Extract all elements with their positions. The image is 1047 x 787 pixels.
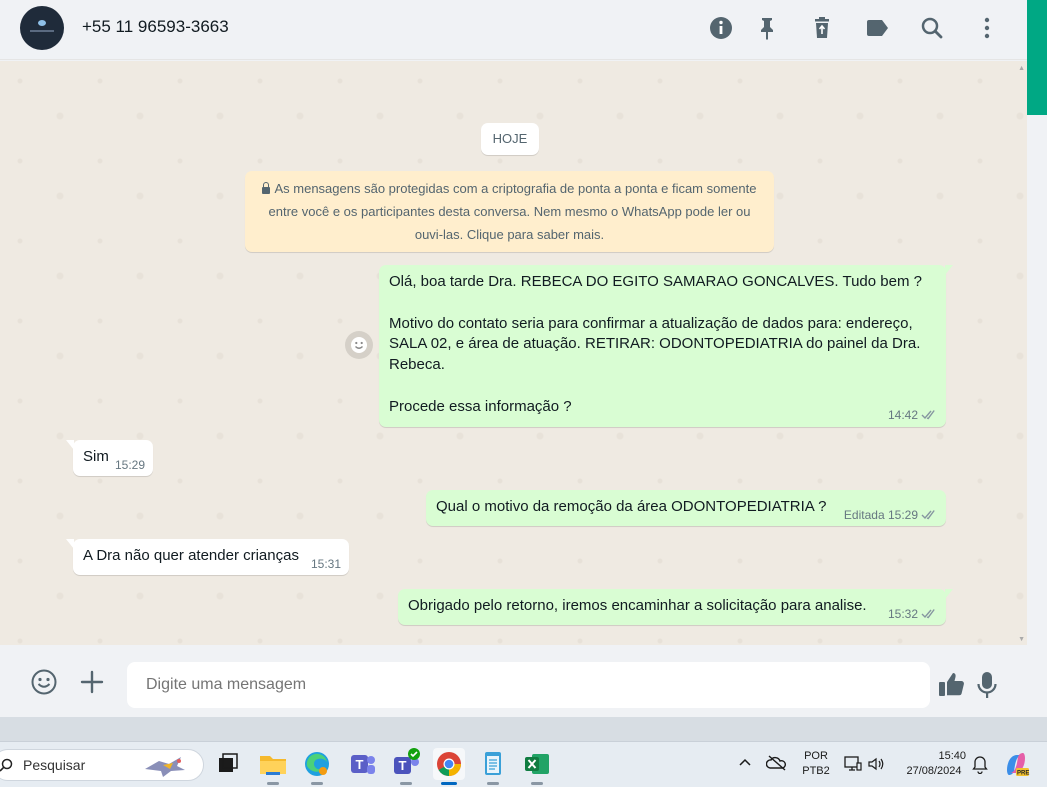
message-time: 15:32 <box>887 607 918 621</box>
message-meta: 14:42 <box>888 408 938 422</box>
edge-browser-icon[interactable] <box>301 748 333 785</box>
delete-icon[interactable] <box>809 14 835 42</box>
window-edge-strip <box>1027 0 1047 740</box>
message-time: 14:42 <box>887 408 918 422</box>
reaction-emoji-button[interactable] <box>345 331 373 359</box>
encryption-notice[interactable]: As mensagens são protegidas com a cripto… <box>245 171 774 252</box>
message-text: Obrigado pelo retorno, iremos encaminhar… <box>408 597 867 614</box>
encryption-text: As mensagens são protegidas com a cripto… <box>268 181 757 242</box>
chat-header: +55 11 96593-3663 <box>0 0 1027 60</box>
message-input[interactable] <box>127 662 930 708</box>
teams-work-icon[interactable]: T <box>390 748 422 785</box>
message-time: 15:29 <box>887 508 918 522</box>
message-meta: Editada 15:29 <box>844 508 938 522</box>
message-text: A Dra não quer atender crianças <box>83 547 299 564</box>
notepad-icon[interactable] <box>477 748 509 785</box>
message-text: Qual o motivo da remoção da área ODONTOP… <box>436 498 827 515</box>
language-code: POR <box>804 750 828 762</box>
message-bubble-outgoing[interactable]: Olá, boa tarde Dra. REBECA DO EGITO SAMA… <box>379 265 953 427</box>
network-icon[interactable] <box>843 754 863 774</box>
message-bubble-incoming[interactable]: A Dra não quer atender crianças 15:31 <box>66 539 349 575</box>
lock-icon <box>262 182 271 194</box>
pin-icon[interactable] <box>754 14 780 42</box>
message-bubble-outgoing[interactable]: Obrigado pelo retorno, iremos encaminhar… <box>398 589 953 625</box>
desktop-background <box>0 717 1047 741</box>
excel-icon[interactable] <box>521 748 553 785</box>
message-text: Sim <box>83 448 109 465</box>
taskbar-search[interactable]: Pesquisar <box>0 749 204 781</box>
chat-area[interactable]: ▲ ▼ HOJE As mensagens são protegidas com… <box>0 61 1027 645</box>
notification-bell-icon[interactable] <box>971 754 989 775</box>
microphone-icon[interactable] <box>976 670 998 700</box>
more-icon[interactable] <box>974 14 1000 42</box>
message-time: 15:31 <box>310 557 341 571</box>
volume-icon[interactable] <box>866 754 886 774</box>
copilot-icon[interactable]: PRE <box>1002 750 1030 778</box>
search-highlight-icon <box>145 757 185 777</box>
scroll-down-arrow[interactable]: ▼ <box>1018 636 1025 643</box>
file-explorer-icon[interactable] <box>257 748 289 785</box>
thumbs-up-icon[interactable] <box>937 671 967 699</box>
keyboard-layout: PTB2 <box>802 765 830 777</box>
info-icon[interactable] <box>708 14 734 42</box>
date-divider: HOJE <box>481 123 539 155</box>
message-time: 15:29 <box>114 458 145 472</box>
attach-plus-icon[interactable] <box>80 670 104 694</box>
read-receipt-icon <box>921 509 938 520</box>
contact-name[interactable]: +55 11 96593-3663 <box>82 17 229 37</box>
teams-personal-icon[interactable]: T <box>346 748 378 780</box>
clock-time: 15:40 <box>938 750 966 762</box>
message-composer <box>0 645 1027 717</box>
message-bubble-incoming[interactable]: Sim 15:29 <box>66 440 153 476</box>
accent-strip <box>1027 0 1047 115</box>
svg-text:T: T <box>356 757 364 772</box>
chrome-browser-icon[interactable] <box>433 748 465 785</box>
taskbar-search-label: Pesquisar <box>23 757 86 773</box>
svg-text:T: T <box>399 758 407 773</box>
task-view-icon[interactable] <box>212 748 244 780</box>
label-icon[interactable] <box>864 14 890 42</box>
onedrive-sync-icon[interactable] <box>765 753 788 773</box>
search-icon <box>0 758 13 772</box>
windows-taskbar: Pesquisar T T POR PTB2 15:40 27/08/2024 … <box>0 741 1047 787</box>
input-language-indicator[interactable]: POR PTB2 <box>800 749 832 779</box>
message-bubble-outgoing[interactable]: Qual o motivo da remoção da área ODONTOP… <box>426 490 946 526</box>
avatar[interactable] <box>20 6 64 50</box>
read-receipt-icon <box>921 409 938 420</box>
emoji-icon[interactable] <box>30 668 58 696</box>
read-receipt-icon <box>921 608 938 619</box>
edited-label: Editada <box>843 508 885 522</box>
clock[interactable]: 15:40 27/08/2024 <box>898 749 970 779</box>
message-text: Olá, boa tarde Dra. REBECA DO EGITO SAMA… <box>389 273 922 415</box>
scroll-up-arrow[interactable]: ▲ <box>1018 65 1025 72</box>
svg-text:PRE: PRE <box>1017 771 1029 777</box>
message-meta: 15:32 <box>888 607 938 621</box>
search-icon[interactable] <box>919 14 945 42</box>
clock-date: 27/08/2024 <box>906 765 962 777</box>
chevron-up-icon[interactable] <box>736 754 754 772</box>
